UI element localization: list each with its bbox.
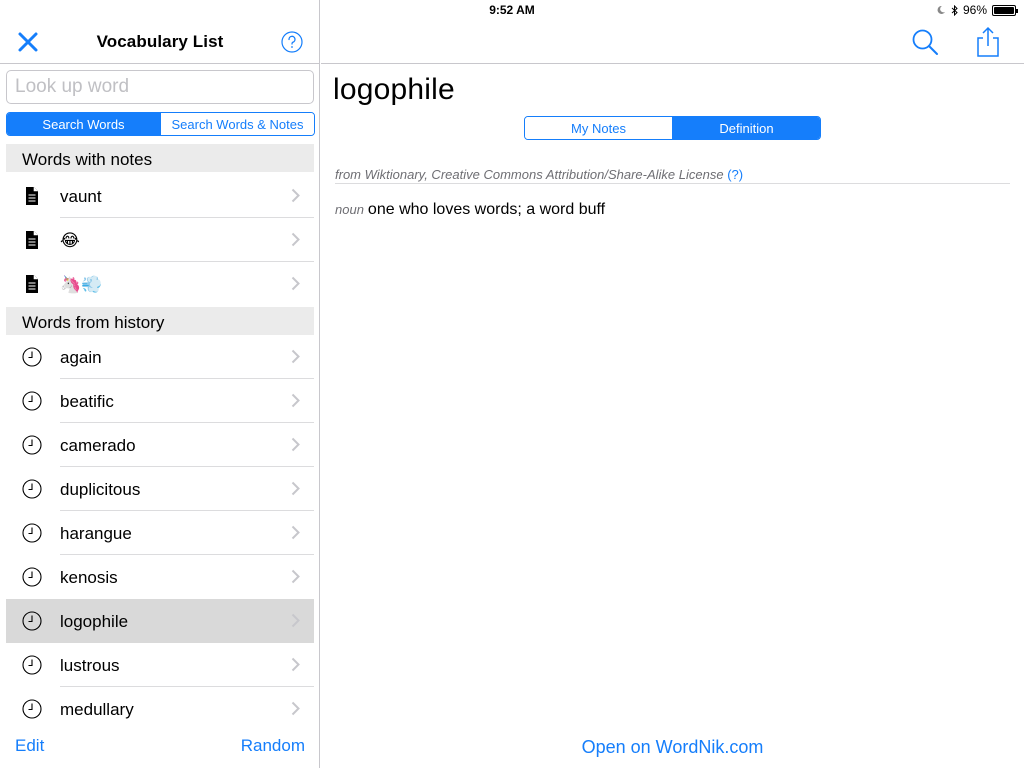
page-title: Vocabulary List — [96, 32, 224, 51]
document-icon — [26, 187, 38, 205]
chevron-right-icon — [291, 393, 300, 408]
right-nav-bar — [321, 20, 1024, 64]
chevron-right-icon — [291, 232, 300, 247]
definition-entry: noun one who loves words; a word buff — [335, 201, 605, 219]
clock-icon — [22, 479, 42, 499]
clock-icon — [22, 347, 42, 367]
divider — [335, 183, 1010, 184]
source-help-link[interactable]: (?) — [727, 167, 743, 182]
list-item[interactable]: harangue — [6, 511, 314, 555]
search-input[interactable] — [7, 71, 313, 103]
chevron-right-icon — [291, 569, 300, 584]
chevron-right-icon — [291, 701, 300, 716]
clock-icon — [22, 611, 42, 631]
list-item[interactable]: again — [6, 335, 314, 379]
list-item[interactable]: camerado — [6, 423, 314, 467]
status-right: 96% — [936, 3, 1018, 17]
section-header-history: Words from history — [6, 307, 314, 335]
search-scope-control: Search Words Search Words & Notes — [6, 112, 315, 136]
document-icon — [26, 275, 38, 293]
word-label: beatific — [60, 392, 114, 411]
search-words-segment[interactable]: Search Words — [7, 113, 160, 135]
section-header-notes: Words with notes — [6, 144, 314, 172]
chevron-right-icon — [291, 481, 300, 496]
definition-source: from Wiktionary, Creative Commons Attrib… — [335, 167, 743, 182]
clock-icon — [22, 655, 42, 675]
word-label: medullary — [60, 700, 134, 719]
battery-percent: 96% — [962, 3, 987, 17]
word-label: camerado — [60, 436, 136, 455]
clock-icon — [22, 435, 42, 455]
word-label: kenosis — [60, 568, 118, 587]
chevron-right-icon — [291, 657, 300, 672]
list-item[interactable]: 🦄💨 — [6, 262, 314, 306]
detail-tab-control: My Notes Definition — [524, 116, 821, 140]
edit-button[interactable]: Edit — [15, 736, 44, 756]
vocabulary-panel: Vocabulary List Search Words Search Word… — [0, 0, 320, 768]
part-of-speech: noun — [335, 202, 364, 217]
word-label: again — [60, 348, 102, 367]
chevron-right-icon — [291, 276, 300, 291]
chevron-right-icon — [291, 188, 300, 203]
random-button[interactable]: Random — [241, 736, 305, 756]
list-item[interactable]: vaunt — [6, 174, 314, 218]
moon-icon — [937, 5, 945, 14]
clock-icon — [22, 523, 42, 543]
open-wordnik-link[interactable]: Open on WordNik.com — [321, 737, 1024, 758]
share-icon[interactable] — [975, 26, 1001, 58]
word-label: vaunt — [60, 187, 102, 206]
left-toolbar: Edit Random — [0, 724, 320, 768]
list-item[interactable]: beatific — [6, 379, 314, 423]
list-item[interactable]: lustrous — [6, 643, 314, 687]
search-words-notes-segment[interactable]: Search Words & Notes — [160, 113, 314, 135]
word-label: 😂 — [60, 231, 80, 250]
help-icon[interactable] — [281, 31, 303, 53]
document-icon — [26, 231, 38, 249]
tab-my-notes[interactable]: My Notes — [525, 117, 672, 139]
clock-icon — [22, 391, 42, 411]
chevron-right-icon — [291, 525, 300, 540]
word-title: logophile — [333, 73, 455, 106]
chevron-right-icon — [291, 349, 300, 364]
word-label: 🦄💨 — [60, 275, 103, 294]
bluetooth-icon — [951, 4, 958, 16]
chevron-right-icon — [291, 613, 300, 628]
word-label: logophile — [60, 612, 129, 631]
source-text: from Wiktionary, Creative Commons Attrib… — [335, 167, 724, 182]
list-item[interactable]: kenosis — [6, 555, 314, 599]
word-label: harangue — [60, 524, 132, 543]
tab-definition[interactable]: Definition — [672, 117, 820, 139]
word-label: duplicitous — [60, 480, 141, 499]
battery-icon — [992, 4, 1018, 16]
chevron-right-icon — [291, 437, 300, 452]
word-label: lustrous — [60, 656, 120, 675]
clock-icon — [22, 699, 42, 719]
definition-text: one who loves words; a word buff — [367, 201, 606, 218]
search-icon[interactable] — [911, 28, 939, 56]
list-item[interactable]: 😂 — [6, 218, 314, 262]
list-item[interactable]: duplicitous — [6, 467, 314, 511]
clock-icon — [22, 567, 42, 587]
list-item-selected[interactable]: logophile — [6, 599, 314, 643]
left-nav-bar: Vocabulary List — [0, 20, 320, 64]
search-field[interactable] — [6, 70, 314, 104]
